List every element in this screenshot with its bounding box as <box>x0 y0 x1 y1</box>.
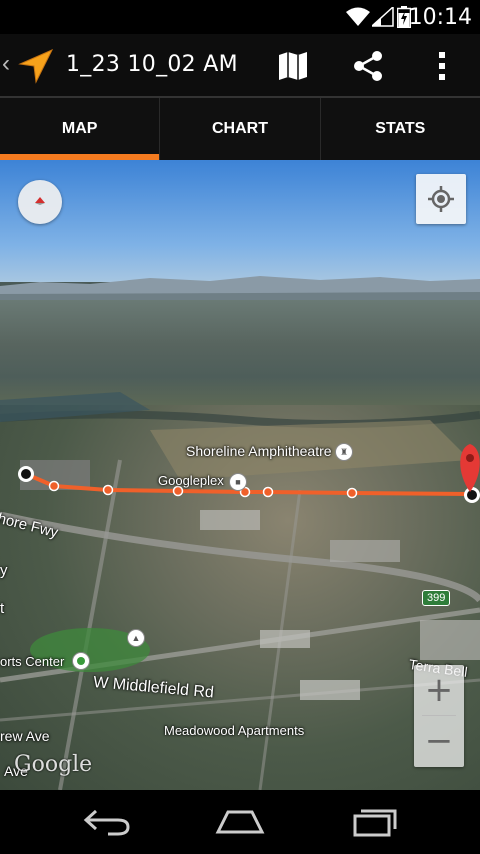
label-sports-center: orts Center <box>0 654 65 669</box>
action-bar: ‹ 1_23 10_02 AM <box>0 34 480 98</box>
label-meadowood-apartments: Meadowood Apartments <box>164 723 305 738</box>
my-location-button[interactable] <box>416 174 466 224</box>
tab-map-label: MAP <box>61 120 98 137</box>
up-caret-icon[interactable]: ‹ <box>2 50 10 78</box>
overflow-menu-icon <box>439 52 445 80</box>
label-y: y <box>0 562 8 579</box>
signal-icon <box>372 7 394 27</box>
tab-stats-label: STATS <box>375 120 426 137</box>
home-icon <box>215 810 265 834</box>
home-button[interactable] <box>210 804 270 840</box>
poi-theatre-icon[interactable]: ♜ <box>335 443 353 461</box>
poi-building-icon[interactable]: ■ <box>229 473 247 491</box>
label-shoreline-amphitheatre: Shoreline Amphitheatre <box>186 443 332 459</box>
share-button[interactable] <box>348 46 388 86</box>
tab-map[interactable]: MAP <box>0 98 161 160</box>
zoom-in-button[interactable]: + <box>414 665 464 715</box>
clock: 10:14 <box>408 5 472 30</box>
overflow-menu-button[interactable] <box>422 46 462 86</box>
poi-park-icon[interactable] <box>72 652 90 670</box>
map-icon <box>279 52 307 80</box>
wifi-icon <box>346 7 370 26</box>
zoom-controls: + − <box>414 665 464 767</box>
zoom-out-button[interactable]: − <box>414 716 464 766</box>
google-watermark: Google <box>14 752 93 777</box>
tab-bar: MAP CHART STATS <box>0 98 480 160</box>
map-layers-button[interactable] <box>273 46 313 86</box>
label-googleplex: Googleplex <box>158 473 224 488</box>
label-drew-ave: rew Ave <box>0 728 50 744</box>
share-icon <box>354 51 382 81</box>
track-start-marker <box>18 466 34 482</box>
navigation-bar <box>0 790 480 854</box>
my-location-icon <box>428 186 454 212</box>
map-view[interactable]: Shoreline Amphitheatre ♜ Googleplex ■ ho… <box>0 160 480 790</box>
back-button[interactable] <box>77 804 137 840</box>
tab-chart[interactable]: CHART <box>160 98 321 160</box>
poi-school-icon[interactable]: ▲ <box>127 629 145 647</box>
app-logo-icon[interactable] <box>18 48 54 84</box>
tab-chart-label: CHART <box>211 120 268 137</box>
tab-stats[interactable]: STATS <box>321 98 480 160</box>
track-title: 1_23 10_02 AM <box>66 52 238 77</box>
recents-icon <box>353 809 397 837</box>
back-icon <box>83 809 130 836</box>
highway-shield-399: 399 <box>422 590 451 606</box>
status-bar: 10:14 <box>0 0 480 34</box>
compass-icon <box>35 197 45 205</box>
recents-button[interactable] <box>345 804 405 840</box>
compass-button[interactable] <box>18 180 62 224</box>
label-t: t <box>0 600 5 617</box>
